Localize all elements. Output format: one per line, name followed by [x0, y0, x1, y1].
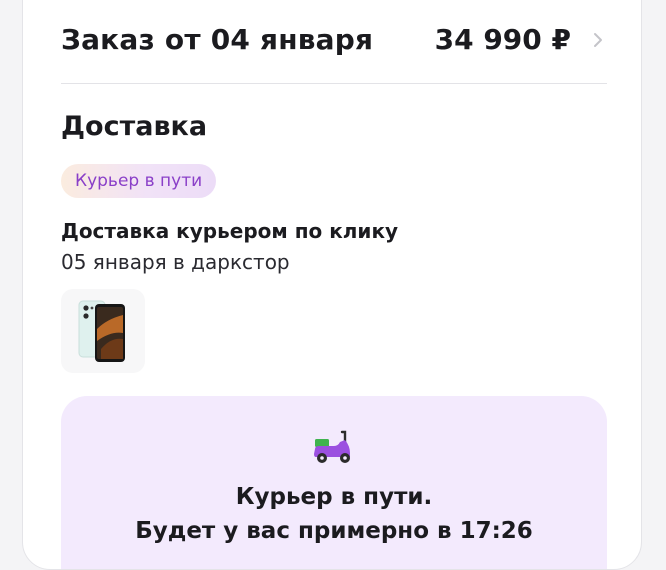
order-card: Заказ от 04 января 34 990 ₽ Доставка Кур… [22, 0, 642, 570]
delivery-section-title: Доставка [61, 111, 208, 142]
courier-status-panel: Курьер в пути. Будет у вас примерно в 17… [61, 396, 607, 569]
order-total: 34 990 ₽ [434, 23, 571, 56]
delivery-date: 05 января в даркстор [61, 250, 290, 274]
product-thumbnail[interactable] [61, 289, 145, 373]
order-title: Заказ от 04 января [61, 23, 374, 56]
eta-text: Будет у вас примерно в 17:26 [135, 518, 533, 544]
order-header[interactable]: Заказ от 04 января 34 990 ₽ [61, 23, 609, 63]
header-divider [61, 83, 607, 84]
smartphone-icon [78, 300, 125, 362]
scooter-icon [314, 430, 350, 463]
delivery-method: Доставка курьером по клику [61, 219, 399, 243]
chevron-right-icon[interactable] [587, 25, 609, 55]
status-badge: Курьер в пути [61, 164, 217, 198]
courier-status-text: Курьер в пути. [235, 484, 433, 510]
